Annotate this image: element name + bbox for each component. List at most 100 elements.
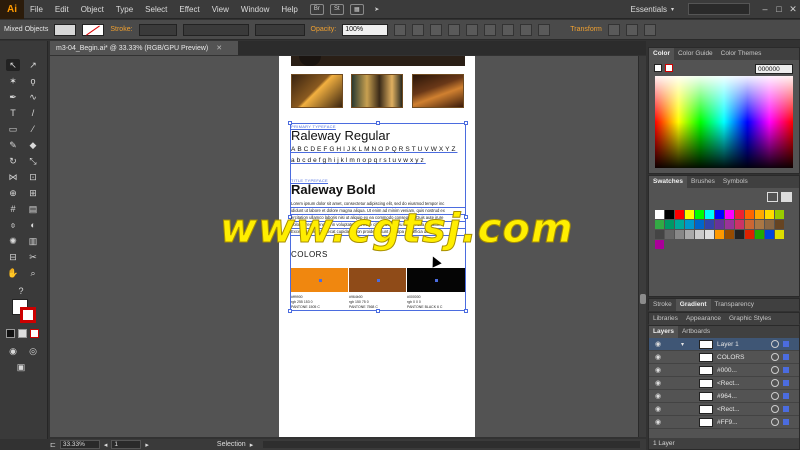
type-tool-icon[interactable]: T	[6, 107, 20, 119]
none-button[interactable]	[30, 329, 39, 338]
prev-artboard-icon[interactable]: ◂	[104, 441, 108, 449]
close-tab-icon[interactable]: ✕	[216, 45, 222, 52]
minimize-button[interactable]: –	[758, 4, 772, 14]
grid-view-icon[interactable]	[781, 192, 792, 202]
stroke-label[interactable]: Stroke:	[110, 26, 132, 33]
swatch-chip[interactable]	[695, 220, 704, 229]
blend-tool-icon[interactable]: ◐	[26, 219, 40, 231]
search-input[interactable]	[688, 3, 750, 15]
next-artboard-icon[interactable]: ▸	[145, 441, 149, 449]
symbol-sprayer-tool-icon[interactable]: ✺	[6, 235, 20, 247]
help-icon[interactable]: ?	[14, 285, 28, 297]
align-center-icon[interactable]	[466, 23, 479, 36]
swatch-chip[interactable]	[695, 210, 704, 219]
screen-mode-icon[interactable]: ▣	[14, 361, 28, 373]
target-icon[interactable]	[771, 392, 779, 400]
rectangle-tool-icon[interactable]: ▭	[6, 123, 20, 135]
target-icon[interactable]	[771, 353, 779, 361]
status-tool[interactable]: Selection	[217, 441, 246, 448]
fill-swatch[interactable]	[54, 23, 77, 36]
stroke-swatch[interactable]	[82, 23, 105, 36]
swatch-chip[interactable]	[755, 220, 764, 229]
eye-icon[interactable]: ◉	[649, 392, 667, 400]
layer-row[interactable]: ◉ #FF9...	[649, 416, 799, 429]
selection-tool-icon[interactable]: ↖	[6, 59, 20, 71]
maximize-button[interactable]: □	[772, 4, 786, 14]
swatch-chip[interactable]	[725, 230, 734, 239]
menu-object[interactable]: Object	[75, 5, 110, 14]
selection-indicator[interactable]	[783, 341, 789, 347]
target-icon[interactable]	[771, 379, 779, 387]
magic-wand-tool-icon[interactable]: ✶	[6, 75, 20, 87]
stock-icon[interactable]: St	[329, 3, 344, 15]
menu-type[interactable]: Type	[110, 5, 139, 14]
menu-view[interactable]: View	[206, 5, 235, 14]
swatch-chip[interactable]	[735, 230, 744, 239]
tab-gradient[interactable]: Gradient	[675, 299, 711, 311]
tab-symbols[interactable]: Symbols	[719, 176, 752, 188]
selection-handle[interactable]	[464, 309, 468, 313]
column-graph-tool-icon[interactable]: ▥	[26, 235, 40, 247]
style-icon[interactable]	[394, 23, 407, 36]
swatch-chip[interactable]	[665, 220, 674, 229]
tab-color[interactable]: Color	[649, 48, 674, 60]
menu-edit[interactable]: Edit	[49, 5, 75, 14]
fill-stroke-indicator[interactable]	[12, 299, 38, 323]
shape-builder-tool-icon[interactable]: ⊕	[6, 187, 20, 199]
scroll-thumb[interactable]	[640, 294, 646, 304]
swatch-chip[interactable]	[725, 210, 734, 219]
swatch-chip[interactable]	[655, 230, 664, 239]
swatch-chip[interactable]	[715, 210, 724, 219]
tab-libraries[interactable]: Libraries	[649, 313, 682, 325]
swatch-chip[interactable]	[745, 220, 754, 229]
selection-indicator[interactable]	[783, 419, 789, 425]
swatch-chip[interactable]	[775, 230, 784, 239]
eye-icon[interactable]: ◉	[649, 418, 667, 426]
swatch-chip[interactable]	[775, 210, 784, 219]
align-bottom-icon[interactable]	[538, 23, 551, 36]
tab-artboards[interactable]: Artboards	[678, 326, 714, 338]
horizontal-scrollbar[interactable]	[263, 441, 640, 448]
swatch-grid[interactable]	[655, 210, 789, 250]
selection-indicator[interactable]	[783, 367, 789, 373]
tab-brushes[interactable]: Brushes	[687, 176, 719, 188]
swatch-chip[interactable]	[765, 210, 774, 219]
shaper-tool-icon[interactable]: ✎	[6, 139, 20, 151]
tab-appearance[interactable]: Appearance	[682, 313, 725, 325]
layer-row[interactable]: ◉ <Rect...	[649, 377, 799, 390]
perspective-grid-tool-icon[interactable]: ⊞	[26, 187, 40, 199]
swatch-chip[interactable]	[655, 210, 664, 219]
selection-indicator[interactable]	[783, 393, 789, 399]
swatch-chip[interactable]	[715, 230, 724, 239]
swatch-chip[interactable]	[665, 210, 674, 219]
draw-mode-icon[interactable]: ◉	[6, 345, 20, 357]
target-icon[interactable]	[771, 366, 779, 374]
swatch-chip[interactable]	[685, 220, 694, 229]
swatch-chip[interactable]	[755, 230, 764, 239]
zoom-out-icon[interactable]: ⊏	[50, 441, 56, 449]
stroke-weight-field[interactable]	[138, 23, 177, 36]
hex-input[interactable]: 000000	[755, 64, 793, 74]
direct-selection-tool-icon[interactable]: ↗	[26, 59, 40, 71]
tab-color-themes[interactable]: Color Themes	[717, 48, 766, 60]
align-middle-icon[interactable]	[520, 23, 533, 36]
width-tool-icon[interactable]: ⋈	[6, 171, 20, 183]
close-window-button[interactable]: ✕	[786, 4, 800, 15]
swatch-chip[interactable]	[655, 240, 664, 249]
mesh-tool-icon[interactable]: #	[6, 203, 20, 215]
target-icon[interactable]	[771, 418, 779, 426]
swatch-chip[interactable]	[715, 220, 724, 229]
selection-indicator[interactable]	[783, 380, 789, 386]
swatch-chip[interactable]	[685, 230, 694, 239]
layer-row[interactable]: ◉ <Rect...	[649, 403, 799, 416]
swatch-chip[interactable]	[725, 220, 734, 229]
tab-layers[interactable]: Layers	[649, 326, 678, 338]
swatch-chip[interactable]	[755, 210, 764, 219]
hand-tool-icon[interactable]: ✋	[6, 267, 20, 279]
slice-tool-icon[interactable]: ✂	[26, 251, 40, 263]
align-icon[interactable]	[430, 23, 443, 36]
selection-indicator[interactable]	[783, 354, 789, 360]
opacity-field[interactable]: 100%	[342, 23, 389, 36]
paintbrush-tool-icon[interactable]: ⁄	[26, 123, 40, 135]
free-transform-tool-icon[interactable]: ⊡	[26, 171, 40, 183]
